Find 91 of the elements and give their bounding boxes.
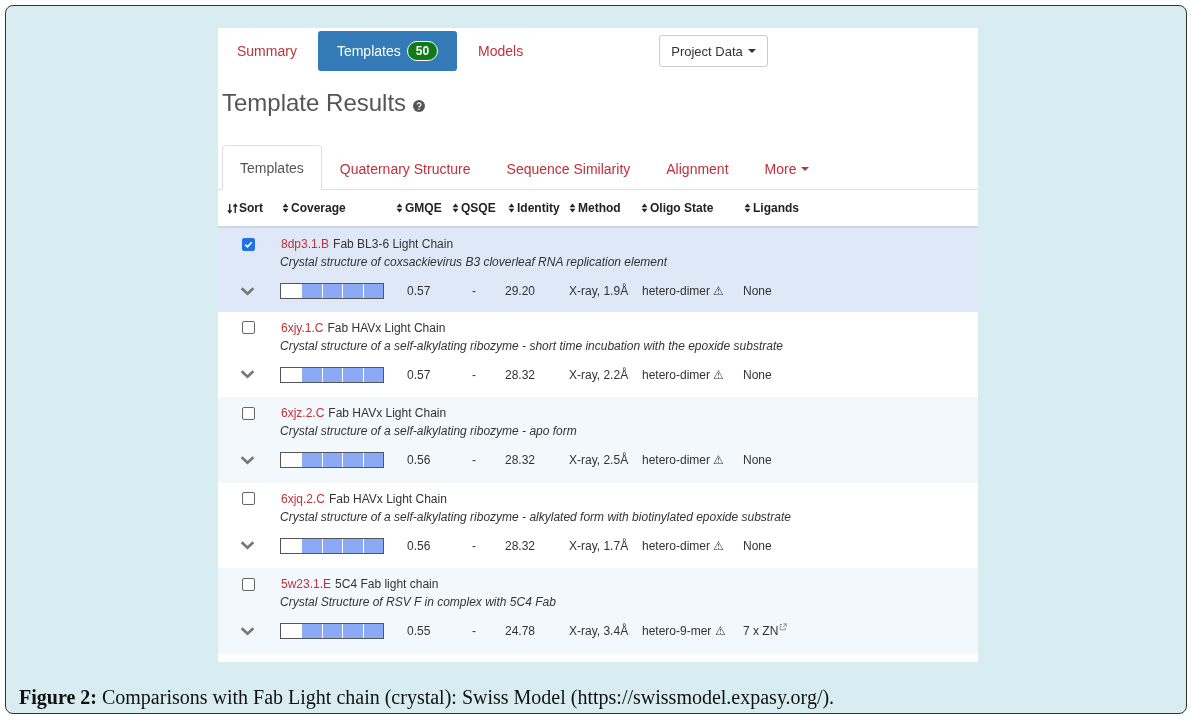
table-cell-text: 0.56 [407,538,432,553]
tab[interactable]: Alignment [648,146,747,190]
table-cell-text: X-ray, 1.9Å [569,284,630,298]
column-header[interactable]: Ligands [744,201,799,215]
checkbox[interactable] [242,577,255,591]
template-link[interactable]: 6xjy.1.C [281,320,324,335]
template-name: Fab HAVx Light Chain [329,491,447,506]
checkbox[interactable] [242,321,255,334]
template-name: Fab HAVx Light Chain [328,406,447,420]
table-row[interactable]: 6xjz.2.C Fab HAVx Light Chain Crystal structure of a self-alkylating ribozyme - apo form 0.56 - 28.32 X-ray, 2.5Å hetero-dimer ⚠ None [218,397,978,483]
table-cell-text: 29.20 [505,284,537,298]
table-cell-text: X-ray, 2.5Å [569,453,630,467]
table-cell-text: hetero-dimer ⚠ [642,367,726,382]
table-cell: None [743,284,772,298]
chevron-icon[interactable] [240,541,255,550]
table-cell-text: 0.55 [407,624,432,638]
caret-icon [747,49,756,53]
chevron-icon[interactable] [240,286,255,296]
table-cell-text: - [472,538,477,553]
table-row[interactable]: 6xjy.1.C Fab HAVx Light Chain Crystal structure of a self-alkylating ribozyme - short time incubation with the epoxide substrate 0.57 - 28.32 X-ray, 2.2Å hetero-dimer ⚠ None [218,311,978,397]
chevron-icon[interactable] [240,455,255,465]
sort-icon [227,202,238,214]
sort-icon [569,203,576,213]
template-description: Crystal structure of a self-alkylating ribozyme - short time incubation with the epoxide substrate [280,337,784,354]
page-heading: Template Results [222,89,407,117]
table-cell-text: X-ray, 3.4Å [569,624,630,638]
project-data-button[interactable]: Project Data [659,35,768,67]
nav-tab[interactable]: Summary [218,31,316,71]
tab[interactable]: Quaternary Structure [321,146,489,190]
chevron-icon[interactable] [240,370,255,379]
help-icon[interactable] [413,99,426,112]
table-cell-text: 0.56 [407,453,432,467]
column-header[interactable]: Coverage [282,201,396,215]
table-cell-text: 28.32 [505,538,537,553]
column-header[interactable]: QSQE [452,201,508,215]
template-link[interactable]: 6xjz.2.C [281,406,325,420]
table-cell: 7 x ZN [743,624,779,638]
table-cell-text: 0.57 [407,367,432,382]
column-header[interactable]: Method [569,201,641,215]
table-cell-text: - [472,284,477,298]
sort-icon [282,203,289,213]
table-cell-text: 0.57 [407,284,432,298]
table-cell-text: X-ray, 1.7Å [569,538,630,553]
template-link[interactable]: 5w23.1.E [281,577,332,591]
template-description: Crystal structure of a self-alkylating ribozyme - apo form [280,423,578,439]
table-cell-text: hetero-dimer ⚠ [642,284,726,298]
table-cell-text: hetero-9-mer ⚠ [642,624,727,638]
table-cell-text: - [472,453,477,467]
table-cell: None [743,538,772,553]
tab[interactable]: Templates [222,145,322,190]
chevron-icon[interactable] [240,626,255,636]
table-cell: None [743,453,772,467]
column-header[interactable]: GMQE [396,201,452,215]
checkbox[interactable] [242,406,255,420]
table-cell-text: hetero-dimer ⚠ [642,453,726,467]
sort-icon [452,203,459,213]
column-header[interactable]: Oligo State [641,201,744,215]
table-cell-text: 28.32 [505,453,537,467]
table-cell-text: hetero-dimer ⚠ [642,538,726,553]
template-description: Crystal Structure of RSV F in complex with 5C4 Fab [280,594,557,610]
table-cell: None [743,367,772,382]
table-cell-text: X-ray, 2.2Å [569,367,630,382]
template-name: Fab BL3-6 Light Chain [333,237,454,251]
sort-icon [744,203,751,213]
table-row[interactable]: 8dp3.1.B Fab BL3-6 Light Chain Crystal structure of coxsackievirus B3 cloverleaf RNA replication element 0.57 - 29.20 X-ray, 1.9Å hetero-dimer ⚠ None [218,226,978,312]
table-cell-text: - [472,367,477,382]
template-description: Crystal structure of coxsackievirus B3 cloverleaf RNA replication element [280,254,669,270]
template-link[interactable]: 6xjq.2.C [281,491,326,506]
sort-icon [641,203,648,213]
sort-button[interactable]: Sort [227,201,282,215]
table-cell-text: 24.78 [505,624,537,638]
column-header[interactable]: Identity [508,201,569,215]
count-badge: 50 [406,41,439,61]
sort-icon [396,203,403,213]
template-name: 5C4 Fab light chain [335,577,439,591]
table-row[interactable]: 6xjq.2.C Fab HAVx Light Chain Crystal structure of a self-alkylating ribozyme - alkylated form with biotinylated epoxide substrate 0.56 - 28.32 X-ray, 1.7Å hetero-dimer ⚠ None [218,482,978,568]
table-row[interactable]: 5w23.1.E 5C4 Fab light chain Crystal Structure of RSV F in complex with 5C4 Fab 0.55 - 24.78 X-ray, 3.4Å hetero-9-mer ⚠ 7 x ZN [218,568,978,654]
tab[interactable]: More [746,146,828,190]
template-link[interactable]: 8dp3.1.B [281,237,330,251]
template-description: Crystal structure of a self-alkylating ribozyme - alkylated form with biotinylated epoxide substrate [280,508,792,525]
nav-tab[interactable]: Models [459,31,543,71]
sort-icon [508,203,515,213]
table-cell-text: 28.32 [505,367,537,382]
nav-tab[interactable]: Templates 50 [317,31,458,71]
external-link-icon[interactable] [779,623,788,631]
template-name: Fab HAVx Light Chain [327,320,446,335]
checkbox[interactable] [242,492,255,505]
tab[interactable]: Sequence Similarity [488,146,649,190]
figure-caption: Figure 2: Comparisons with Fab Light chain (crystal): Swiss Model (https://swissmodel.expasy.org/). [19,686,836,709]
checkbox[interactable] [242,237,255,251]
table-cell-text: - [472,624,477,638]
